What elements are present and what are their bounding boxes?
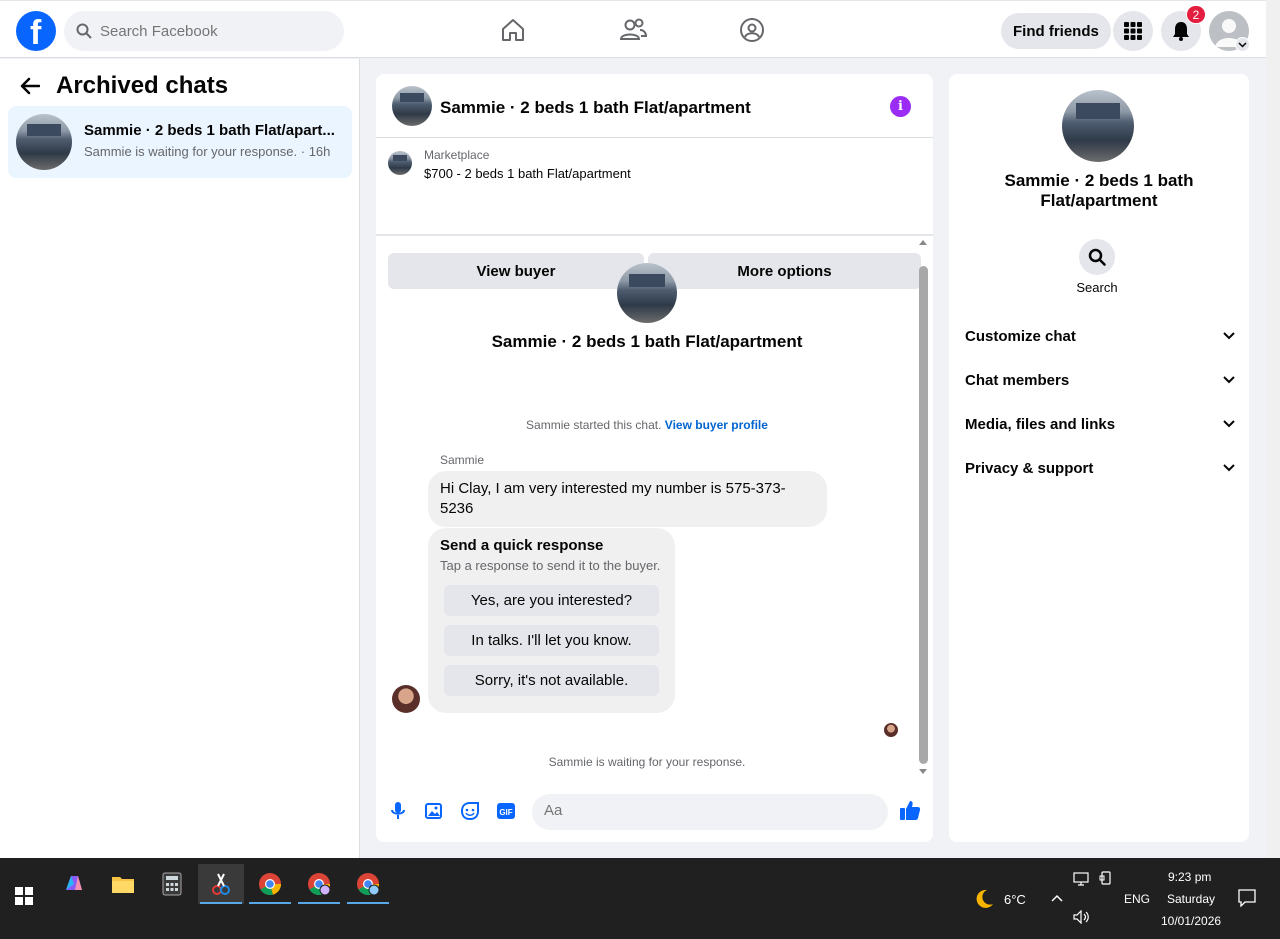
section-label: Media, files and links [965,415,1116,433]
chrome-profile-icon[interactable] [296,864,342,904]
search-box[interactable] [64,11,344,51]
sticker-icon[interactable] [459,800,481,822]
like-thumbs-up-icon[interactable] [899,799,921,821]
conversation-title[interactable]: Sammie · 2 beds 1 bath Flat/apartment [440,98,751,118]
chevron-down-icon [1223,332,1235,340]
quick-response-title: Send a quick response [440,537,604,554]
groups-icon[interactable] [738,15,766,45]
search-label: Search [1076,280,1118,295]
input-language[interactable]: ENG [1124,892,1150,906]
started-text: Sammie started this chat. [526,418,662,432]
find-friends-button[interactable]: Find friends [1001,13,1111,49]
weather-temperature[interactable]: 6°C [1004,892,1026,907]
scroll-up-arrow-icon[interactable] [919,240,927,245]
marketplace-listing-bar: Marketplace $700 - 2 beds 1 bath Flat/ap… [376,138,933,289]
volume-icon[interactable] [1073,910,1091,924]
page-scrollbar[interactable] [1266,0,1280,858]
message-composer: GIF [376,786,933,838]
gif-icon[interactable]: GIF [495,800,517,822]
thread-title: Sammie · 2 beds 1 bath Flat/apartment [491,332,803,351]
chat-name: Sammie · 2 beds 1 bath Flat/apart... [84,122,335,139]
sender-name: Sammie [440,453,485,467]
chevron-down-icon [1223,420,1235,428]
top-navigation: f Find friends 2 [0,0,1266,58]
info-icon[interactable]: i [890,96,911,117]
windows-taskbar: 6°C ENG 9:23 pm Saturday 10/01/2026 [0,858,1280,939]
quick-response-card: Send a quick response Tap a response to … [428,528,675,713]
svg-text:GIF: GIF [499,808,512,817]
archived-chats-panel: Archived chats Sammie · 2 beds 1 bath Fl… [0,59,360,858]
chevron-down-icon [1223,376,1235,384]
customize-chat-section[interactable]: Customize chat [965,324,1235,348]
scroll-down-arrow-icon[interactable] [919,769,927,774]
scrollbar[interactable] [919,266,928,764]
microphone-icon[interactable] [387,800,409,822]
chevron-down-icon[interactable] [1235,37,1250,52]
network-icon[interactable] [1073,872,1091,886]
clock-time[interactable]: 9:23 pm [1168,870,1211,884]
snipping-tool-icon[interactable] [198,864,244,904]
seen-avatar [884,723,898,737]
listing-thumbnail [16,114,72,170]
listing-thumbnail-large [617,263,677,323]
notification-center-icon[interactable] [1238,889,1256,907]
back-arrow-icon[interactable] [20,77,40,95]
page-title: Archived chats [56,72,229,99]
conversation-panel: Sammie · 2 beds 1 bath Flat/apartment i … [376,74,933,842]
message-thread: Sammie · 2 beds 1 bath Flat/apartment Sa… [376,238,933,778]
weather-moon-icon[interactable] [973,888,995,910]
chrome-profile-icon[interactable] [345,864,391,904]
listing-thumbnail[interactable] [392,86,432,126]
search-icon [76,23,92,39]
listing-thumbnail-small [388,151,412,175]
clock-date[interactable]: 10/01/2026 [1161,914,1221,928]
chrome-icon[interactable] [247,864,293,904]
view-buyer-profile-link[interactable]: View buyer profile [665,418,768,432]
details-title: Sammie · 2 beds 1 bath Flat/apartment [1004,171,1194,210]
windows-start-icon[interactable] [1,876,47,916]
friends-icon[interactable] [619,15,647,45]
calculator-icon[interactable] [149,864,195,904]
section-label: Customize chat [965,327,1076,345]
quick-response-button[interactable]: In talks. I'll let you know. [444,625,659,656]
notification-count-badge: 2 [1186,5,1206,24]
chat-started-notice: Sammie started this chat. View buyer pro… [376,418,918,432]
chevron-up-icon[interactable] [1051,894,1063,902]
sender-avatar[interactable] [392,685,420,713]
conversation-header: Sammie · 2 beds 1 bath Flat/apartment i [376,74,933,138]
quick-response-subtitle: Tap a response to send it to the buyer. [440,558,661,573]
message-input[interactable] [544,802,844,819]
copilot-icon[interactable] [51,864,97,904]
quick-response-button[interactable]: Sorry, it's not available. [444,665,659,696]
archived-chats-header: Archived chats [20,72,228,100]
device-icon[interactable] [1099,871,1113,887]
waiting-status: Sammie is waiting for your response. [548,755,746,769]
home-icon[interactable] [499,15,527,45]
quick-response-button[interactable]: Yes, are you interested? [444,585,659,616]
privacy-support-section[interactable]: Privacy & support [965,456,1235,480]
photo-icon[interactable] [423,800,445,822]
marketplace-label: Marketplace [424,148,490,162]
clock-day[interactable]: Saturday [1167,892,1215,906]
message-bubble: Hi Clay, I am very interested my number … [428,471,827,527]
chat-members-section[interactable]: Chat members [965,368,1235,392]
menu-grid-icon[interactable] [1113,11,1153,51]
search-input[interactable] [100,22,320,40]
media-files-links-section[interactable]: Media, files and links [965,412,1235,436]
section-label: Chat members [965,371,1070,389]
listing-thumbnail-large [1062,90,1134,162]
chat-preview: Sammie is waiting for your response. · 1… [84,144,331,159]
message-input-box[interactable] [532,794,888,830]
facebook-logo-icon[interactable]: f [16,11,56,52]
listing-title[interactable]: $700 - 2 beds 1 bath Flat/apartment [424,166,631,181]
section-label: Privacy & support [965,459,1094,477]
file-explorer-icon[interactable] [100,864,146,904]
chat-list-item[interactable]: Sammie · 2 beds 1 bath Flat/apart... Sam… [8,106,352,178]
chevron-down-icon [1223,464,1235,472]
chat-details-panel: Sammie · 2 beds 1 bath Flat/apartment Se… [949,74,1249,842]
search-icon[interactable] [1079,239,1115,275]
